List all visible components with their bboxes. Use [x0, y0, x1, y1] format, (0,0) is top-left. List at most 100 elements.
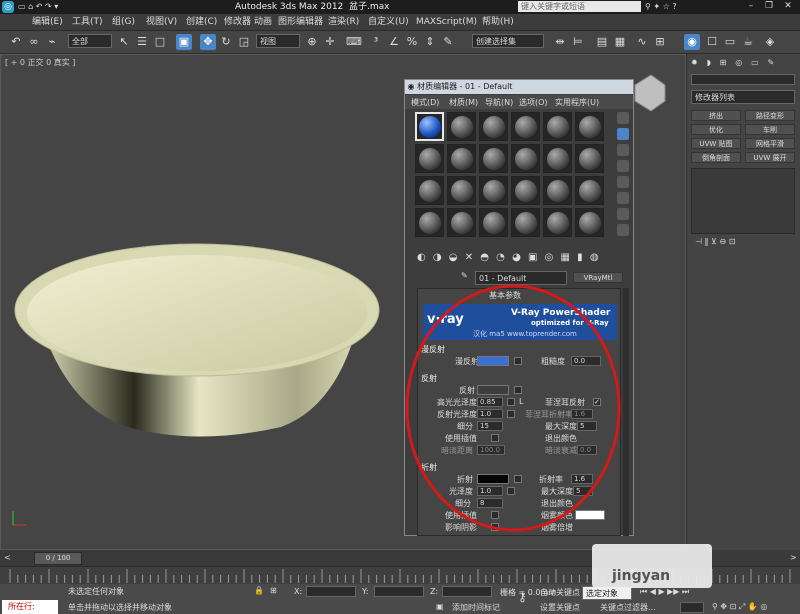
app-logo-icon[interactable]: ◎ — [2, 1, 14, 13]
material-sample-slot[interactable] — [479, 144, 508, 173]
rollout-scrollbar[interactable] — [623, 288, 629, 536]
menu-animation[interactable]: 动画 — [254, 14, 272, 30]
pick-material-icon[interactable]: ✎ — [461, 271, 468, 280]
render-production-icon[interactable]: ☕ — [740, 34, 756, 50]
fresnel-checkbox[interactable]: ✓ — [593, 398, 601, 406]
motion-tab-icon[interactable]: ◎ — [735, 58, 742, 67]
modifier-list-dropdown[interactable]: 修改器列表 — [691, 90, 795, 104]
layer-manager-icon[interactable]: ▤ — [594, 34, 610, 50]
close-icon[interactable]: ✕ — [779, 1, 797, 12]
material-editor-titlebar[interactable]: ◉ 材质编辑器 - 01 - Default — [405, 80, 633, 94]
material-sample-slot[interactable] — [575, 144, 604, 173]
stack-tools-icons[interactable]: ⊣ ‖ ⊻ ⊖ ⊡ — [695, 237, 735, 246]
y-coord-field[interactable] — [374, 586, 424, 597]
material-sample-slot[interactable] — [479, 208, 508, 237]
select-by-material-icon[interactable] — [617, 224, 629, 236]
named-selection-dropdown[interactable]: 创建选择集 — [472, 34, 544, 48]
extrude-button[interactable]: 挤出 — [691, 110, 741, 121]
spinner-snap-icon[interactable]: ⇕ — [422, 34, 438, 50]
material-name-field[interactable]: 01 - Default — [475, 271, 567, 285]
fresnel-ior-input[interactable]: 1.6 — [571, 409, 593, 419]
affect-shadows-checkbox[interactable] — [491, 523, 499, 531]
utilities-tab-icon[interactable]: ✎ — [768, 58, 775, 67]
percent-snap-icon[interactable]: % — [404, 34, 420, 50]
hierarchy-tab-icon[interactable]: ⊞ — [720, 58, 727, 67]
material-sample-slot[interactable] — [543, 144, 572, 173]
options-icon[interactable] — [617, 208, 629, 220]
link-icon[interactable]: ∞ — [26, 34, 42, 50]
select-manipulate-icon[interactable]: ✛ — [322, 34, 338, 50]
command-panel-tabs[interactable]: ✹ ◗ ⊞ ◎ ▭ ✎ — [691, 58, 774, 68]
auto-key-button[interactable]: 自动关键点 — [540, 587, 580, 598]
refr-use-interp-checkbox[interactable] — [491, 511, 499, 519]
refl-use-interp-checkbox[interactable] — [491, 434, 499, 442]
mirror-icon[interactable]: ⇹ — [552, 34, 568, 50]
select-move-icon[interactable]: ✥ — [200, 34, 216, 50]
select-rotate-icon[interactable]: ↻ — [218, 34, 234, 50]
material-type-button[interactable]: VRayMtl — [573, 272, 623, 283]
menu-group[interactable]: 组(G) — [112, 14, 135, 30]
refract-map-button[interactable] — [514, 475, 522, 483]
material-sample-slot[interactable] — [511, 208, 540, 237]
refr-subdivs-input[interactable]: 8 — [477, 498, 503, 508]
modifier-stack[interactable] — [691, 168, 795, 234]
refl-max-depth-input[interactable]: 5 — [577, 421, 597, 431]
fog-color-swatch[interactable] — [575, 510, 605, 520]
menu-maxscript[interactable]: MAXScript(M) — [416, 14, 477, 30]
snaps-toggle-icon[interactable]: ³ — [368, 34, 384, 50]
material-sample-slot[interactable] — [447, 144, 476, 173]
reflect-map-button[interactable] — [514, 386, 522, 394]
unlink-icon[interactable]: ⌁ — [44, 34, 60, 50]
diffuse-map-button[interactable] — [514, 357, 522, 365]
material-sample-slot[interactable] — [415, 144, 444, 173]
roughness-input[interactable]: 0.0 — [571, 356, 601, 366]
key-mode-dropdown[interactable]: 选定对象 — [582, 586, 632, 600]
meshsmooth-button[interactable]: 网格平滑 — [745, 138, 795, 149]
rect-region-icon[interactable]: □ — [152, 34, 168, 50]
x-coord-field[interactable] — [306, 586, 356, 597]
rendered-frame-icon[interactable]: ▭ — [722, 34, 738, 50]
refl-subdivs-input[interactable]: 15 — [477, 421, 503, 431]
material-sample-slot[interactable] — [447, 112, 476, 141]
ior-input[interactable]: 1.6 — [571, 474, 593, 484]
key-filters-button[interactable]: 关键点过滤器... — [600, 602, 656, 613]
current-frame-field[interactable] — [680, 602, 704, 613]
material-sample-slot[interactable] — [447, 176, 476, 205]
sample-type-icon[interactable] — [617, 112, 629, 124]
dim-distance-input[interactable]: 100.0 — [477, 445, 505, 455]
material-sample-slot[interactable] — [543, 112, 572, 141]
selection-filter-dropdown[interactable]: 全部 — [68, 34, 112, 48]
menu-modifiers[interactable]: 修改器 — [224, 14, 251, 30]
viewport-nav-controls[interactable]: ⚲ ✥ ⊡ ⤢ ✋ ◎ — [712, 602, 767, 612]
search-input[interactable]: 键入关键字或短语 — [518, 1, 641, 12]
material-editor-icon[interactable]: ◉ — [684, 34, 700, 50]
refr-gloss-map-button[interactable] — [507, 487, 515, 495]
align-icon[interactable]: ⊨ — [570, 34, 586, 50]
restore-icon[interactable]: ❐ — [760, 1, 778, 12]
edit-named-selection-icon[interactable]: ✎ — [440, 34, 456, 50]
menu-graph-editors[interactable]: 图形编辑器 — [278, 14, 323, 30]
modify-tab-icon[interactable]: ◗ — [707, 58, 711, 67]
object-name-field[interactable] — [691, 74, 795, 85]
create-tab-icon[interactable]: ✹ — [691, 58, 698, 67]
material-sample-slot[interactable] — [543, 176, 572, 205]
menu-utilities[interactable]: 实用程序(U) — [555, 97, 599, 108]
lock-button[interactable]: L — [519, 397, 523, 406]
material-sample-slot[interactable] — [479, 112, 508, 141]
menu-material[interactable]: 材质(M) — [449, 97, 478, 108]
hilight-gloss-map-button[interactable] — [507, 398, 515, 406]
angle-snap-icon[interactable]: ∠ — [386, 34, 402, 50]
menu-help[interactable]: 帮助(H) — [482, 14, 514, 30]
help-icons[interactable]: ⚲ ✦ ☆ ? — [645, 2, 677, 11]
refr-max-depth-input[interactable]: 5 — [573, 486, 593, 496]
schematic-view-icon[interactable]: ⊞ — [652, 34, 668, 50]
lathe-button[interactable]: 车削 — [745, 124, 795, 135]
menu-edit[interactable]: 编辑(E) — [32, 14, 63, 30]
material-sample-slot[interactable] — [511, 144, 540, 173]
uv-tiling-icon[interactable] — [617, 160, 629, 172]
menu-modes[interactable]: 模式(D) — [411, 97, 439, 108]
material-sample-slot[interactable] — [415, 208, 444, 237]
unwrap-uvw-button[interactable]: UVW 展开 — [745, 152, 795, 163]
time-tag-icon[interactable]: ▣ — [436, 602, 444, 611]
display-tab-icon[interactable]: ▭ — [751, 58, 759, 67]
